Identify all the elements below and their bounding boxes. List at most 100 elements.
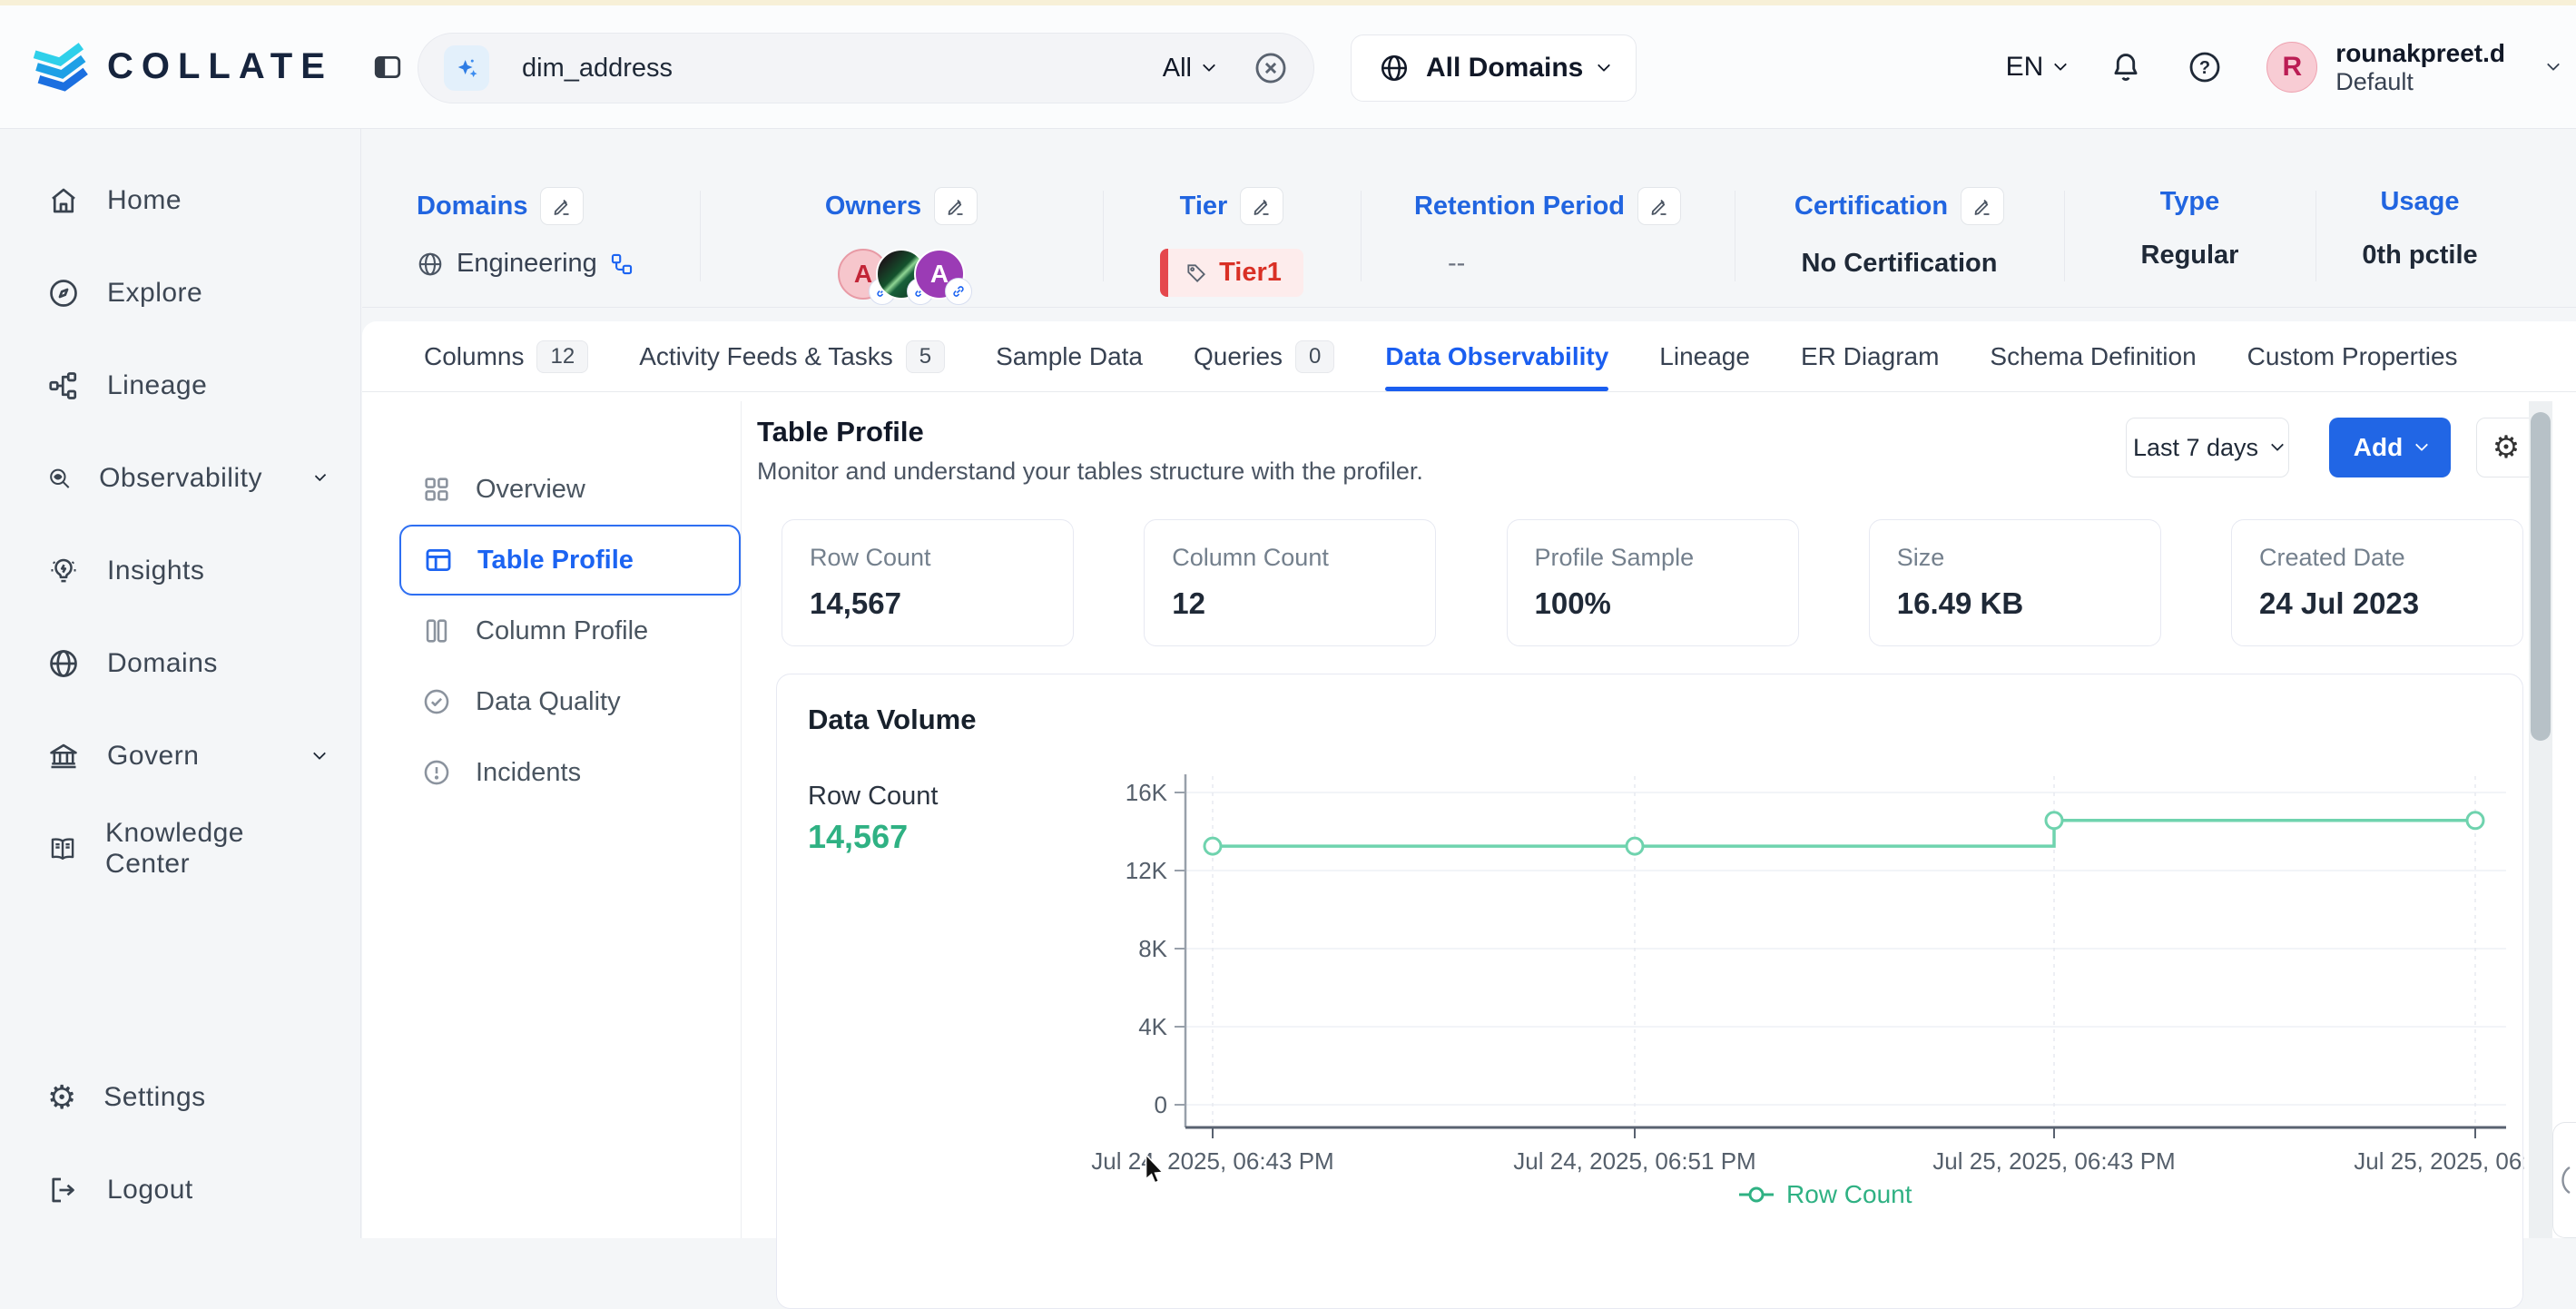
legend-row-count[interactable]: Row Count [1739, 1180, 1912, 1208]
sidebar-item-explore[interactable]: Explore [0, 247, 360, 340]
chevron-down-icon [2271, 438, 2284, 451]
stat-card-profile-sample: Profile Sample100% [1507, 519, 1799, 646]
user-name: rounakpreet.d [2335, 38, 2505, 69]
chevron-down-icon [2415, 438, 2428, 451]
meta-type: Type Regular [2064, 171, 2315, 305]
subnav-item-data-quality[interactable]: Data Quality [399, 666, 741, 737]
floating-widget-cutoff[interactable] [2552, 1122, 2576, 1238]
svg-text:Row Count: Row Count [1786, 1180, 1912, 1208]
usage-label: Usage [2380, 187, 2459, 217]
chart-title: Data Volume [808, 704, 976, 736]
chevron-down-icon [2054, 58, 2067, 71]
subnav-item-overview[interactable]: Overview [399, 454, 741, 525]
tab-columns[interactable]: Columns12 [424, 321, 588, 391]
tag-icon [1185, 261, 1208, 285]
profiler-settings-button[interactable]: ⚙ [2476, 418, 2536, 477]
certification-label: Certification [1794, 192, 1948, 221]
tier-tag[interactable]: Tier1 [1160, 249, 1303, 297]
domains-label: Domains [417, 192, 527, 221]
edit-tier-button[interactable] [1240, 187, 1283, 225]
brand-name: COLLATE [107, 46, 333, 87]
domain-value[interactable]: Engineering [457, 249, 597, 279]
sidebar-item-domains[interactable]: Domains [0, 617, 360, 710]
svg-text:Jul 25, 2025, 06:43 PM: Jul 25, 2025, 06:43 PM [1932, 1147, 2175, 1175]
ai-sparkle-icon [444, 45, 489, 91]
svg-text:0: 0 [1155, 1091, 1167, 1118]
meta-tier: Tier Tier1 [1103, 171, 1361, 305]
meta-owners: Owners A A [700, 171, 1103, 305]
data-volume-card: Data Volume Row Count 14,567 04K8K12K16K… [776, 674, 2523, 1309]
sidebar-collapse-icon[interactable] [371, 52, 404, 83]
profiler-subnav: Overview Table Profile Column Profile Da… [399, 454, 741, 808]
subnav-item-column-profile[interactable]: Column Profile [399, 595, 741, 666]
tab-schema-definition[interactable]: Schema Definition [1990, 321, 2196, 391]
svg-text:16K: 16K [1126, 779, 1168, 806]
globe-icon [1379, 53, 1410, 84]
subdomain-link-icon[interactable] [610, 252, 634, 276]
time-range-dropdown[interactable]: Last 7 days [2126, 418, 2289, 477]
notifications-bell-icon[interactable] [2109, 50, 2143, 84]
sidebar-item-settings[interactable]: ⚙ Settings [0, 1051, 360, 1144]
gear-icon: ⚙ [47, 1081, 76, 1114]
subnav-item-incidents[interactable]: Incidents [399, 737, 741, 808]
sidebar-item-lineage[interactable]: Lineage [0, 340, 360, 432]
owner-link-icon [945, 278, 972, 305]
chevron-down-icon[interactable] [2547, 58, 2560, 71]
help-icon[interactable]: ? [2187, 49, 2223, 85]
page-title: Table Profile [757, 416, 924, 448]
svg-text:12K: 12K [1126, 857, 1168, 884]
svg-text:Jul 24, 2025, 06:51 PM: Jul 24, 2025, 06:51 PM [1513, 1147, 1755, 1175]
svg-text:?: ? [2199, 58, 2210, 78]
chevron-down-icon [1203, 59, 1215, 72]
owners-label: Owners [825, 192, 921, 221]
edit-owners-button[interactable] [934, 187, 978, 225]
edit-domains-button[interactable] [540, 187, 584, 225]
tab-count-badge: 0 [1295, 340, 1334, 373]
sidebar-item-home[interactable]: Home [0, 154, 360, 247]
sidebar-item-govern[interactable]: Govern [0, 710, 360, 802]
type-value: Regular [2141, 241, 2239, 271]
type-label: Type [2160, 187, 2220, 217]
stat-card-column-count: Column Count12 [1144, 519, 1436, 646]
sidebar-item-knowledge-center[interactable]: Knowledge Center [0, 802, 360, 895]
edit-certification-button[interactable] [1961, 187, 2004, 225]
sidebar-item-logout[interactable]: Logout [0, 1144, 360, 1236]
search-input[interactable]: dim_address [522, 54, 1163, 84]
meta-certification: Certification No Certification [1735, 171, 2064, 305]
chevron-down-icon [1598, 59, 1610, 72]
tab-er-diagram[interactable]: ER Diagram [1801, 321, 1939, 391]
tab-custom-properties[interactable]: Custom Properties [2247, 321, 2458, 391]
brand[interactable]: COLLATE [33, 41, 333, 94]
svg-text:8K: 8K [1138, 935, 1167, 962]
app-sidebar: Home Explore Lineage Observability Insig… [0, 129, 361, 1238]
language-dropdown[interactable]: EN [2006, 52, 2066, 83]
owner-avatar[interactable]: A [914, 249, 965, 300]
tab-activity-feeds-tasks[interactable]: Activity Feeds & Tasks5 [639, 321, 945, 391]
tab-data-observability[interactable]: Data Observability [1385, 321, 1608, 391]
svg-text:4K: 4K [1138, 1013, 1167, 1040]
certification-value: No Certification [1802, 249, 1998, 279]
search-clear-icon[interactable] [1254, 51, 1288, 85]
domain-filter-dropdown[interactable]: All Domains [1351, 34, 1637, 102]
sidebar-item-insights[interactable]: Insights [0, 525, 360, 617]
scrollbar-thumb[interactable] [2531, 412, 2551, 741]
user-menu[interactable]: R rounakpreet.d Default [2266, 38, 2505, 97]
user-workspace: Default [2335, 68, 2505, 96]
search-scope-dropdown[interactable]: All [1163, 54, 1214, 84]
topbar: COLLATE dim_address All All Domains [0, 5, 2576, 129]
meta-retention: Retention Period -- [1361, 171, 1735, 305]
subnav-item-table-profile[interactable]: Table Profile [399, 525, 741, 595]
global-search[interactable]: dim_address All [418, 33, 1314, 103]
sidebar-item-observability[interactable]: Observability [0, 432, 360, 525]
add-button[interactable]: Add [2329, 418, 2451, 477]
tab-sample-data[interactable]: Sample Data [996, 321, 1143, 391]
svg-text:Jul 25, 2025, 06:51 PM: Jul 25, 2025, 06:51 PM [2354, 1147, 2524, 1175]
tier-label: Tier [1180, 192, 1228, 221]
meta-usage: Usage 0th pctile [2315, 171, 2524, 305]
retention-label: Retention Period [1414, 192, 1625, 221]
chevron-down-icon [313, 747, 326, 760]
tab-lineage[interactable]: Lineage [1659, 321, 1750, 391]
tab-queries[interactable]: Queries0 [1194, 321, 1334, 391]
meta-domains: Domains Engineering [417, 171, 700, 305]
edit-retention-button[interactable] [1637, 187, 1681, 225]
